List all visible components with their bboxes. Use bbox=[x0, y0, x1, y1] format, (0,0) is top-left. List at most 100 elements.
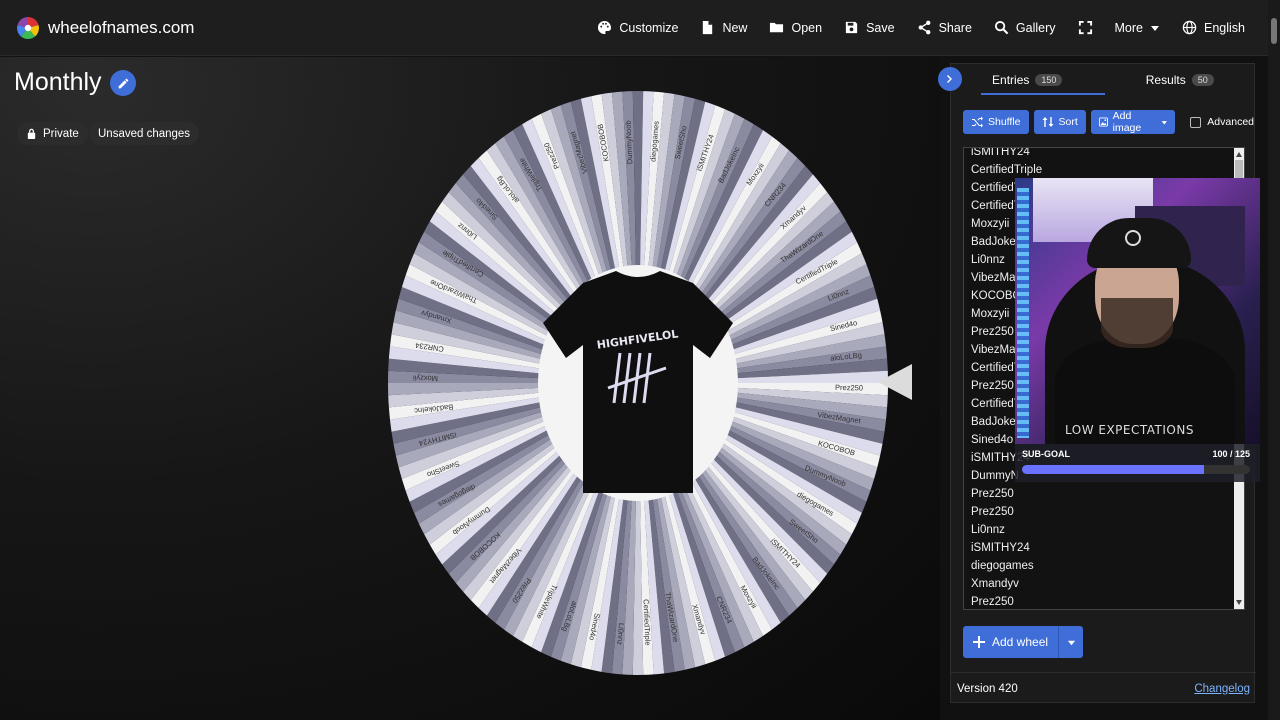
collapse-panel-button[interactable] bbox=[938, 67, 962, 91]
private-chip[interactable]: Private bbox=[17, 122, 88, 145]
entry-line[interactable]: iSMITHY24 bbox=[964, 148, 1244, 161]
image-icon bbox=[1098, 117, 1108, 127]
gallery-label: Gallery bbox=[1015, 20, 1056, 35]
entry-line[interactable]: Li0nnz bbox=[964, 521, 1244, 539]
language-label: English bbox=[1204, 20, 1245, 35]
new-label: New bbox=[722, 20, 748, 35]
subgoal-label: SUB-GOAL bbox=[1022, 449, 1070, 459]
pencil-icon bbox=[118, 78, 128, 88]
open-label: Open bbox=[791, 20, 823, 35]
scroll-down-icon[interactable] bbox=[1236, 600, 1242, 605]
panel-tabs: Entries 150 Results 50 bbox=[951, 64, 1256, 96]
wheel-segment-label: DummyNoob bbox=[624, 120, 635, 164]
private-label: Private bbox=[43, 127, 79, 140]
entry-line[interactable]: Prez250 bbox=[964, 485, 1244, 503]
sort-label: Sort bbox=[1058, 116, 1078, 128]
wheel-graphic[interactable]: Prez250VibezMagnetKOCOBOBDummyNoobdiegog… bbox=[388, 88, 888, 678]
entries-scrollbar-thumb[interactable] bbox=[1235, 160, 1243, 180]
tab-results[interactable]: Results 50 bbox=[1104, 64, 1257, 96]
wheel-logo-icon bbox=[16, 16, 40, 40]
subgoal-count: 100 / 125 bbox=[1212, 449, 1250, 459]
changelog-link[interactable]: Changelog bbox=[1194, 683, 1250, 695]
wheel-segment-label: Li0nnz bbox=[615, 623, 626, 646]
page-scrollbar[interactable] bbox=[1268, 0, 1280, 720]
entries-count-badge: 150 bbox=[1035, 74, 1063, 86]
save-icon bbox=[845, 21, 858, 34]
sort-button[interactable]: Sort bbox=[1033, 110, 1086, 134]
share-label: Share bbox=[938, 20, 972, 35]
webcam-overlay: LOW EXPECTATIONS bbox=[1015, 178, 1260, 444]
subgoal-widget: SUB-GOAL 100 / 125 bbox=[1015, 444, 1260, 482]
entry-line[interactable]: CertifiedTriple bbox=[964, 161, 1244, 179]
customize-label: Customize bbox=[619, 20, 679, 35]
save-label: Save bbox=[866, 20, 895, 35]
subgoal-progress-track bbox=[1022, 465, 1250, 474]
fullscreen-button[interactable] bbox=[1067, 0, 1104, 56]
entry-line[interactable]: Xmandyv bbox=[964, 575, 1244, 593]
new-button[interactable]: New bbox=[689, 0, 758, 56]
results-count-badge: 50 bbox=[1191, 74, 1214, 86]
wheel-pointer-icon bbox=[878, 364, 912, 400]
caret-down-icon bbox=[1151, 25, 1159, 31]
share-icon bbox=[918, 20, 930, 35]
webcam-neon-light bbox=[1017, 188, 1029, 438]
top-bar: wheelofnames.com Customize New Open Save… bbox=[0, 0, 1268, 56]
share-button[interactable]: Share bbox=[906, 0, 983, 56]
search-icon bbox=[994, 20, 1009, 35]
advanced-checkbox[interactable] bbox=[1190, 116, 1202, 128]
page-scrollbar-thumb[interactable] bbox=[1271, 18, 1277, 44]
shuffle-label: Shuffle bbox=[988, 116, 1021, 128]
language-button[interactable]: English bbox=[1171, 0, 1256, 56]
gallery-button[interactable]: Gallery bbox=[983, 0, 1067, 56]
fullscreen-icon bbox=[1078, 20, 1092, 35]
palette-icon bbox=[598, 20, 612, 35]
entry-line[interactable]: Prez250 bbox=[964, 593, 1244, 609]
wheel-segment-label: CertifiedTriple bbox=[641, 599, 652, 646]
sort-icon bbox=[1042, 117, 1053, 127]
lock-icon bbox=[27, 128, 36, 139]
unsaved-changes-chip: Unsaved changes bbox=[89, 122, 200, 145]
open-button[interactable]: Open bbox=[758, 0, 833, 56]
shuffle-icon bbox=[972, 116, 983, 128]
panel-footer: Version 420 Changelog bbox=[951, 672, 1256, 704]
tab-entries[interactable]: Entries 150 bbox=[951, 64, 1104, 96]
entry-line[interactable]: Prez250 bbox=[964, 503, 1244, 521]
wheel-segment-label: Prez250 bbox=[835, 383, 863, 393]
shirt-text: LOW EXPECTATIONS bbox=[1065, 423, 1194, 437]
save-button[interactable]: Save bbox=[833, 0, 906, 56]
add-image-label: Add image bbox=[1112, 110, 1142, 134]
tab-entries-label: Entries bbox=[992, 73, 1030, 87]
more-label: More bbox=[1114, 20, 1143, 35]
advanced-toggle[interactable]: Advanced bbox=[1190, 116, 1254, 128]
entry-line[interactable]: iSMITHY24 bbox=[964, 539, 1244, 557]
subgoal-progress-fill bbox=[1022, 465, 1205, 474]
plus-icon bbox=[973, 636, 985, 648]
tab-results-label: Results bbox=[1145, 73, 1186, 87]
main-menu: Customize New Open Save Share Gallery Mo… bbox=[586, 0, 1268, 56]
globe-icon bbox=[1182, 20, 1197, 35]
wheel[interactable]: Prez250 VibezMagnet KOCOBOB DummyNoob diegog… bbox=[388, 88, 888, 678]
caret-down-icon bbox=[1161, 120, 1167, 124]
folder-icon bbox=[770, 22, 784, 33]
add-wheel-label: Add wheel bbox=[992, 635, 1049, 649]
entry-line[interactable]: diegogames bbox=[964, 557, 1244, 575]
add-wheel-button-group: Add wheel bbox=[963, 626, 1084, 658]
advanced-label: Advanced bbox=[1207, 116, 1254, 128]
shuffle-button[interactable]: Shuffle bbox=[963, 110, 1029, 134]
add-wheel-dropdown[interactable] bbox=[1059, 626, 1083, 658]
edit-title-button[interactable] bbox=[110, 70, 136, 96]
add-image-button[interactable]: Add image bbox=[1090, 110, 1176, 134]
add-wheel-button[interactable]: Add wheel bbox=[963, 626, 1060, 658]
site-name: wheelofnames.com bbox=[48, 17, 195, 37]
caret-down-icon bbox=[1067, 640, 1075, 645]
more-menu[interactable]: More bbox=[1104, 0, 1171, 56]
version-label: Version 420 bbox=[957, 682, 1018, 695]
customize-button[interactable]: Customize bbox=[586, 0, 689, 56]
entries-toolbar: Shuffle Sort Add image Advanced bbox=[963, 110, 1254, 134]
scroll-up-icon[interactable] bbox=[1236, 152, 1242, 157]
unsaved-label: Unsaved changes bbox=[98, 127, 191, 140]
wheel-segment-label: Moxzyii bbox=[413, 374, 439, 384]
wheel-title: Monthly bbox=[14, 68, 102, 96]
brand[interactable]: wheelofnames.com bbox=[16, 16, 194, 40]
cap-logo-icon bbox=[1125, 230, 1141, 246]
